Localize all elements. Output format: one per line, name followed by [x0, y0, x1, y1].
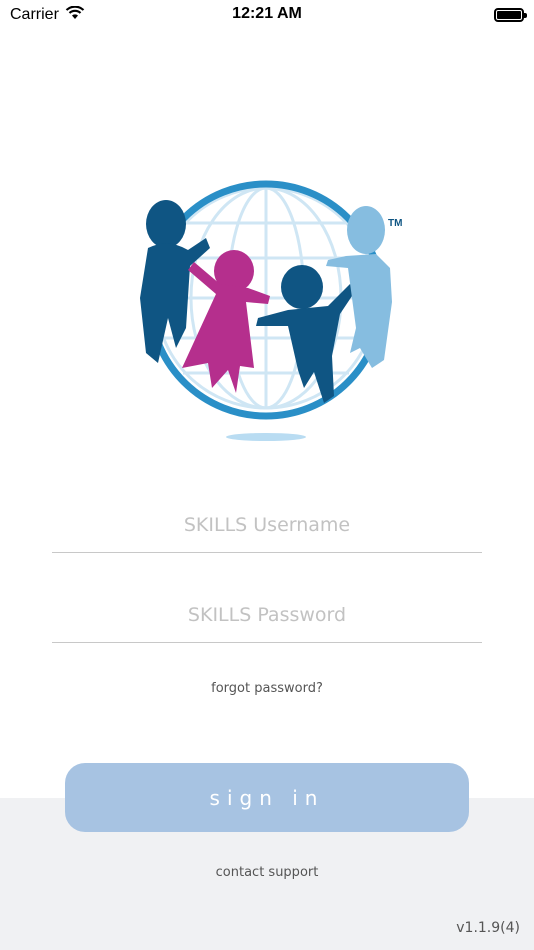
- battery-fill: [497, 11, 521, 19]
- trademark-text: TM: [388, 218, 402, 229]
- version-label: v1.1.9(4): [456, 920, 520, 936]
- username-input[interactable]: [52, 513, 482, 536]
- sign-in-button[interactable]: sign in: [65, 763, 469, 832]
- figure-right: [326, 206, 392, 368]
- password-input[interactable]: [52, 603, 482, 626]
- contact-support-link[interactable]: contact support: [0, 865, 534, 880]
- username-field[interactable]: [52, 497, 482, 553]
- password-field[interactable]: [52, 587, 482, 643]
- battery-icon: [494, 8, 527, 22]
- status-bar: Carrier 12:21 AM: [0, 0, 534, 30]
- app-logo: TM: [128, 178, 408, 448]
- forgot-password-link[interactable]: forgot password?: [0, 681, 534, 696]
- status-time: 12:21 AM: [232, 5, 302, 22]
